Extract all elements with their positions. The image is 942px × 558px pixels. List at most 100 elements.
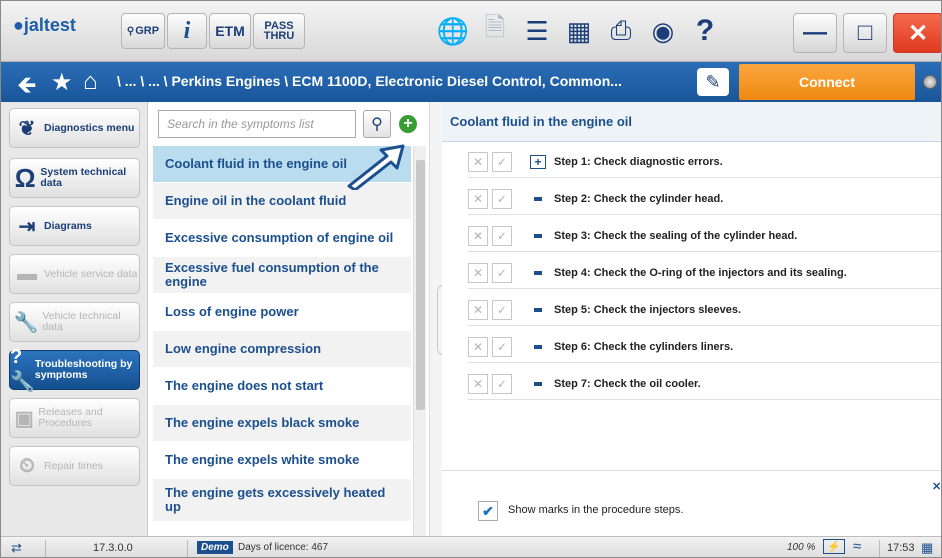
licence-label: Days of licence: 467 (238, 542, 329, 553)
accept-checkbox[interactable]: ✓ (492, 225, 512, 246)
symptoms-list: Coolant fluid in the engine oil Engine o… (153, 146, 413, 536)
check-icon: ✓ (496, 191, 508, 206)
document-cd-icon[interactable]: 🗎 (475, 12, 515, 49)
x-icon: ✕ (472, 154, 484, 169)
sidebar-item-diagnostics-menu[interactable]: ❦ Diagnostics menu (9, 108, 140, 148)
battery-level: 100 % (787, 542, 816, 553)
list-item[interactable]: The engine gets excessively heated up (153, 479, 411, 521)
list-item[interactable]: Loss of engine power (153, 294, 411, 330)
list-item[interactable]: The engine does not start (153, 368, 411, 404)
symptoms-search-input[interactable]: Search in the symptoms list (158, 110, 356, 138)
plus-icon: + (403, 115, 413, 132)
close-button[interactable]: ✕ (893, 13, 941, 53)
x-icon: ✕ (472, 302, 484, 317)
sidebar-item-diagrams[interactable]: ⇥ Diagrams (9, 206, 140, 246)
globe-icon[interactable]: 🌐 (433, 13, 473, 49)
camera-icon[interactable]: ◉ (643, 13, 683, 49)
scrollbar-thumb[interactable] (416, 160, 425, 410)
reject-checkbox[interactable]: ✕ (468, 336, 488, 357)
maximize-button[interactable]: □ (843, 13, 887, 53)
accept-checkbox[interactable]: ✓ (492, 299, 512, 320)
troubleshooting-icon: ?🔧 (10, 346, 35, 393)
dash-icon (530, 234, 546, 238)
oil-can-icon: ▬ (17, 262, 37, 285)
jaltest-window: ●jaltest ⚲ GRP i ETM PASS THRU 🌐 🗎 ☰ ▦ ⎙ … (0, 0, 942, 558)
reject-checkbox[interactable]: ✕ (468, 188, 488, 209)
list-item[interactable]: The engine expels white smoke (153, 442, 411, 478)
procedure-footer: ✕ ✔ Show marks in the procedure steps. (442, 470, 941, 536)
divider (879, 540, 880, 557)
accept-checkbox[interactable]: ✓ (492, 151, 512, 172)
grp-search-icon: ⚲ (126, 25, 135, 37)
home-icon[interactable]: ⌂ (83, 68, 98, 96)
check-icon: ✓ (496, 302, 508, 317)
search-button[interactable]: ⚲ (363, 110, 391, 138)
reject-checkbox[interactable]: ✕ (468, 262, 488, 283)
accept-checkbox[interactable]: ✓ (492, 262, 512, 283)
minimize-button[interactable]: — (793, 13, 837, 53)
reject-checkbox[interactable]: ✕ (468, 225, 488, 246)
show-marks-checkbox[interactable]: ✔ (478, 501, 498, 521)
symptoms-scrollbar[interactable] (413, 146, 426, 536)
minimize-icon: — (803, 19, 827, 46)
procedure-step[interactable]: ✕ ✓ Step 4: Check the O-ring of the inje… (468, 257, 941, 289)
list-icon[interactable]: ☰ (517, 13, 557, 49)
version-label: 17.3.0.0 (93, 542, 133, 554)
accept-checkbox[interactable]: ✓ (492, 373, 512, 394)
sidebar-item-system-technical-data[interactable]: Ω System technical data (9, 158, 140, 198)
calendar-icon: ▦ (921, 540, 934, 555)
procedure-step[interactable]: ✕ ✓ Step 7: Check the oil cooler. (468, 368, 941, 400)
printer-icon[interactable]: ⎙ (601, 13, 641, 49)
maximize-icon: □ (857, 19, 873, 46)
info-button[interactable]: i (167, 13, 207, 49)
close-footer-button[interactable]: ✕ (932, 480, 941, 493)
add-symptom-button[interactable]: + (399, 115, 417, 133)
pass-thru-button[interactable]: PASS THRU (253, 13, 305, 49)
show-marks-label: Show marks in the procedure steps. (508, 504, 684, 516)
dash-icon (530, 345, 546, 349)
reject-checkbox[interactable]: ✕ (468, 299, 488, 320)
dash-icon (530, 308, 546, 312)
connect-button[interactable]: Connect (739, 64, 915, 100)
procedure-step[interactable]: ✕ ✓ + Step 1: Check diagnostic errors. (468, 146, 941, 178)
sidebar-item-vehicle-technical-data: 🔧 Vehicle technical data (9, 302, 140, 342)
dash-icon (530, 197, 546, 201)
check-icon: ✓ (496, 376, 508, 391)
check-icon: ✓ (496, 228, 508, 243)
procedure-panel: Coolant fluid in the engine oil ✕ ✓ + St… (442, 102, 941, 536)
procedure-title: Coolant fluid in the engine oil (442, 102, 941, 142)
procedure-step[interactable]: ✕ ✓ Step 3: Check the sealing of the cyl… (468, 220, 941, 252)
reject-checkbox[interactable]: ✕ (468, 151, 488, 172)
list-item[interactable]: Excessive consumption of engine oil (153, 220, 411, 256)
reject-checkbox[interactable]: ✕ (468, 373, 488, 394)
list-item[interactable]: Excessive fuel consumption of the engine (153, 257, 411, 293)
sidebar-item-troubleshooting[interactable]: ?🔧 Troubleshooting by symptoms (9, 346, 140, 393)
check-icon: ✓ (496, 265, 508, 280)
procedure-step[interactable]: ✕ ✓ Step 6: Check the cylinders liners. (468, 331, 941, 363)
list-item[interactable]: Low engine compression (153, 331, 411, 367)
accept-checkbox[interactable]: ✓ (492, 336, 512, 357)
expand-icon[interactable]: + (530, 154, 546, 169)
sidebar-item-repair-times: ⏲ Repair times (9, 446, 140, 486)
divider (187, 540, 188, 557)
check-icon: ✓ (496, 339, 508, 354)
annotation-arrow-icon (347, 144, 405, 190)
jaltest-logo: ●jaltest (13, 15, 76, 35)
accept-checkbox[interactable]: ✓ (492, 188, 512, 209)
grp-button[interactable]: ⚲ GRP (121, 13, 165, 49)
search-icon: ⚲ (371, 116, 383, 133)
favorite-star-icon[interactable]: ★ (51, 68, 73, 97)
calculator-icon[interactable]: ▦ (559, 13, 599, 49)
procedures-icon: ▣ (14, 407, 34, 430)
check-icon: ✓ (496, 154, 508, 169)
wrench-icon: 🔧 (13, 311, 39, 334)
procedure-step[interactable]: ✕ ✓ Step 5: Check the injectors sleeves. (468, 294, 941, 326)
checkmark-icon: ✔ (482, 502, 494, 519)
help-button[interactable]: ? (685, 13, 725, 49)
list-item[interactable]: The engine expels black smoke (153, 405, 411, 441)
pen-icon: ✎ (705, 71, 721, 92)
etm-button[interactable]: ETM (209, 13, 251, 49)
procedure-step[interactable]: ✕ ✓ Step 2: Check the cylinder head. (468, 183, 941, 215)
edit-search-button[interactable]: ✎ (697, 68, 729, 96)
clock-time: 17:53 (887, 542, 915, 554)
